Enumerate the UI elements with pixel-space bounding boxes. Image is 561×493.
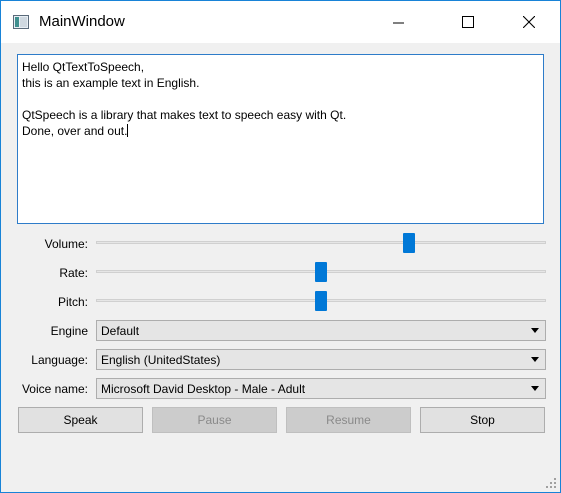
engine-combobox[interactable]: Default <box>96 320 546 341</box>
stop-button[interactable]: Stop <box>420 407 545 433</box>
engine-value: Default <box>101 324 140 338</box>
main-window: MainWindow Hello QtTextToSpeech, this is… <box>0 0 561 493</box>
minimize-icon <box>393 22 404 24</box>
pitch-slider-handle[interactable] <box>315 291 327 311</box>
volume-slider-handle[interactable] <box>402 233 415 253</box>
engine-label: Engine <box>50 324 88 338</box>
language-value: English (UnitedStates) <box>101 353 221 367</box>
maximize-button[interactable] <box>445 1 491 43</box>
voice-combobox[interactable]: Microsoft David Desktop - Male - Adult <box>96 378 546 399</box>
voice-name-label: Voice name: <box>21 382 88 396</box>
editor-line: this is an example text in English. <box>22 76 200 90</box>
chevron-down-icon <box>531 357 539 362</box>
language-combobox[interactable]: English (UnitedStates) <box>96 349 546 370</box>
editor-line: QtSpeech is a library that makes text to… <box>22 108 347 122</box>
language-label: Language: <box>31 353 88 367</box>
chevron-down-icon <box>531 328 539 333</box>
pause-button[interactable]: Pause <box>152 407 277 433</box>
volume-slider-track[interactable] <box>96 241 546 244</box>
editor-line-text: Done, over and out. <box>22 124 128 138</box>
rate-label: Rate: <box>59 266 88 280</box>
maximize-icon <box>462 16 474 28</box>
rate-slider-handle[interactable] <box>315 262 327 282</box>
chevron-down-icon <box>531 386 539 391</box>
resume-button[interactable]: Resume <box>286 407 411 433</box>
voice-value: Microsoft David Desktop - Male - Adult <box>101 382 306 396</box>
text-caret <box>127 124 129 137</box>
window-title: MainWindow <box>39 13 125 30</box>
app-icon <box>13 15 29 29</box>
volume-label: Volume: <box>44 237 88 251</box>
pitch-label: Pitch: <box>57 295 88 309</box>
minimize-button[interactable] <box>376 1 422 43</box>
close-icon <box>523 16 535 28</box>
editor-line: Hello QtTextToSpeech, <box>22 60 145 74</box>
close-button[interactable] <box>506 1 552 43</box>
resize-grip-icon[interactable] <box>546 478 556 488</box>
title-bar[interactable]: MainWindow <box>1 1 560 43</box>
editor-line-last: Done, over and out. <box>22 123 539 139</box>
speech-text-editor[interactable]: Hello QtTextToSpeech, this is an example… <box>17 54 544 224</box>
speak-button[interactable]: Speak <box>18 407 143 433</box>
